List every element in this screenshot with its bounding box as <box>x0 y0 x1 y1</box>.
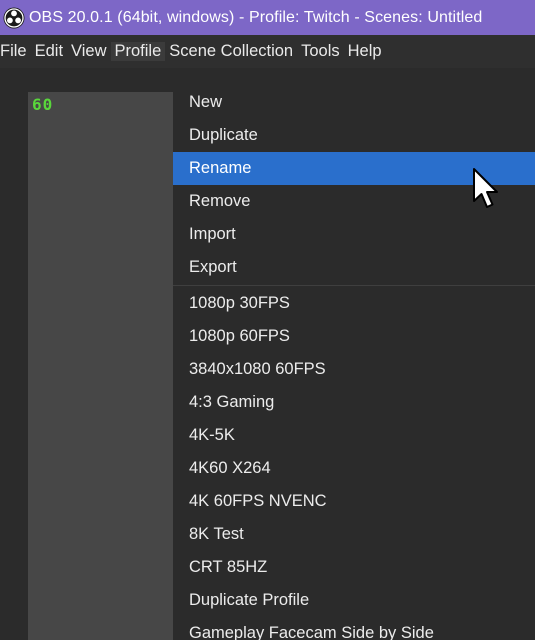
profile-item[interactable]: 4K60 X264 <box>173 452 535 485</box>
fps-readout: 60 <box>32 95 54 114</box>
menu-item-export[interactable]: Export <box>173 251 535 284</box>
mouse-pointer-icon <box>473 168 498 208</box>
menu-item-new[interactable]: New <box>173 86 535 119</box>
profile-item[interactable]: 4K-5K <box>173 419 535 452</box>
profile-item[interactable]: Gameplay Facecam Side by Side <box>173 617 535 640</box>
obs-logo-icon <box>3 7 25 29</box>
menu-scene-collection[interactable]: Scene Collection <box>165 42 297 61</box>
menu-edit[interactable]: Edit <box>31 42 67 61</box>
profile-item[interactable]: 4K 60FPS NVENC <box>173 485 535 518</box>
profile-item[interactable]: Duplicate Profile <box>173 584 535 617</box>
obs-window: OBS 20.0.1 (64bit, windows) - Profile: T… <box>0 0 535 640</box>
menu-separator <box>173 285 535 286</box>
menu-item-import[interactable]: Import <box>173 218 535 251</box>
profile-item[interactable]: 8K Test <box>173 518 535 551</box>
menu-tools[interactable]: Tools <box>297 42 344 61</box>
profile-item[interactable]: 3840x1080 60FPS <box>173 353 535 386</box>
profile-item[interactable]: 4:3 Gaming <box>173 386 535 419</box>
profile-item[interactable]: CRT 85HZ <box>173 551 535 584</box>
window-title: OBS 20.0.1 (64bit, windows) - Profile: T… <box>29 8 483 26</box>
menu-file[interactable]: File <box>0 42 31 61</box>
menu-profile[interactable]: Profile <box>110 42 166 61</box>
title-bar[interactable]: OBS 20.0.1 (64bit, windows) - Profile: T… <box>0 0 535 35</box>
menu-view[interactable]: View <box>67 42 110 61</box>
menu-help[interactable]: Help <box>344 42 386 61</box>
profile-item[interactable]: 1080p 60FPS <box>173 320 535 353</box>
profile-item[interactable]: 1080p 30FPS <box>173 287 535 320</box>
menu-item-duplicate[interactable]: Duplicate <box>173 119 535 152</box>
menu-bar: File Edit View Profile Scene Collection … <box>0 35 535 68</box>
